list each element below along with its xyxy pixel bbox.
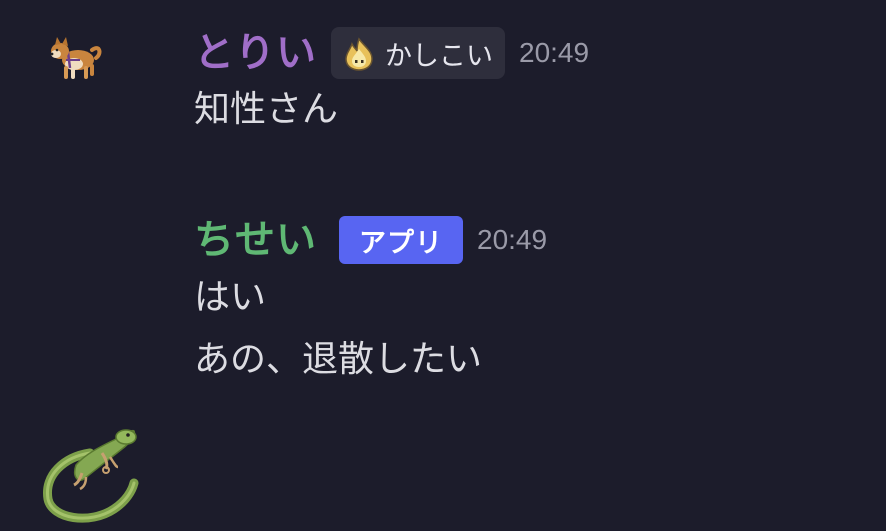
message-text: はい xyxy=(194,277,267,318)
role-tag-label: かしこい xyxy=(385,40,493,72)
timestamp[interactable]: 20:49 xyxy=(519,37,589,69)
timestamp[interactable]: 20:49 xyxy=(477,224,547,256)
username[interactable]: ちせい xyxy=(194,220,317,260)
message-group: とりい かしこい 20:49 知性さん xyxy=(0,0,886,170)
avatar[interactable] xyxy=(34,417,144,527)
message-text: 知性さん xyxy=(194,89,339,130)
flame-sprite-icon xyxy=(345,37,373,71)
message-header: とりい かしこい 20:49 xyxy=(194,26,589,80)
message-group: ちせい アプリ 20:49 はい あの、退散したい xyxy=(0,195,886,523)
message-text: あの、退散したい xyxy=(194,339,483,380)
app-badge: アプリ xyxy=(339,216,463,264)
role-tag[interactable]: かしこい xyxy=(331,27,505,79)
lizard-icon xyxy=(43,429,139,523)
shiba-dog-icon xyxy=(50,37,102,79)
message-header: ちせい アプリ 20:49 xyxy=(194,215,547,265)
username[interactable]: とりい xyxy=(194,33,317,73)
avatar[interactable] xyxy=(44,34,104,84)
